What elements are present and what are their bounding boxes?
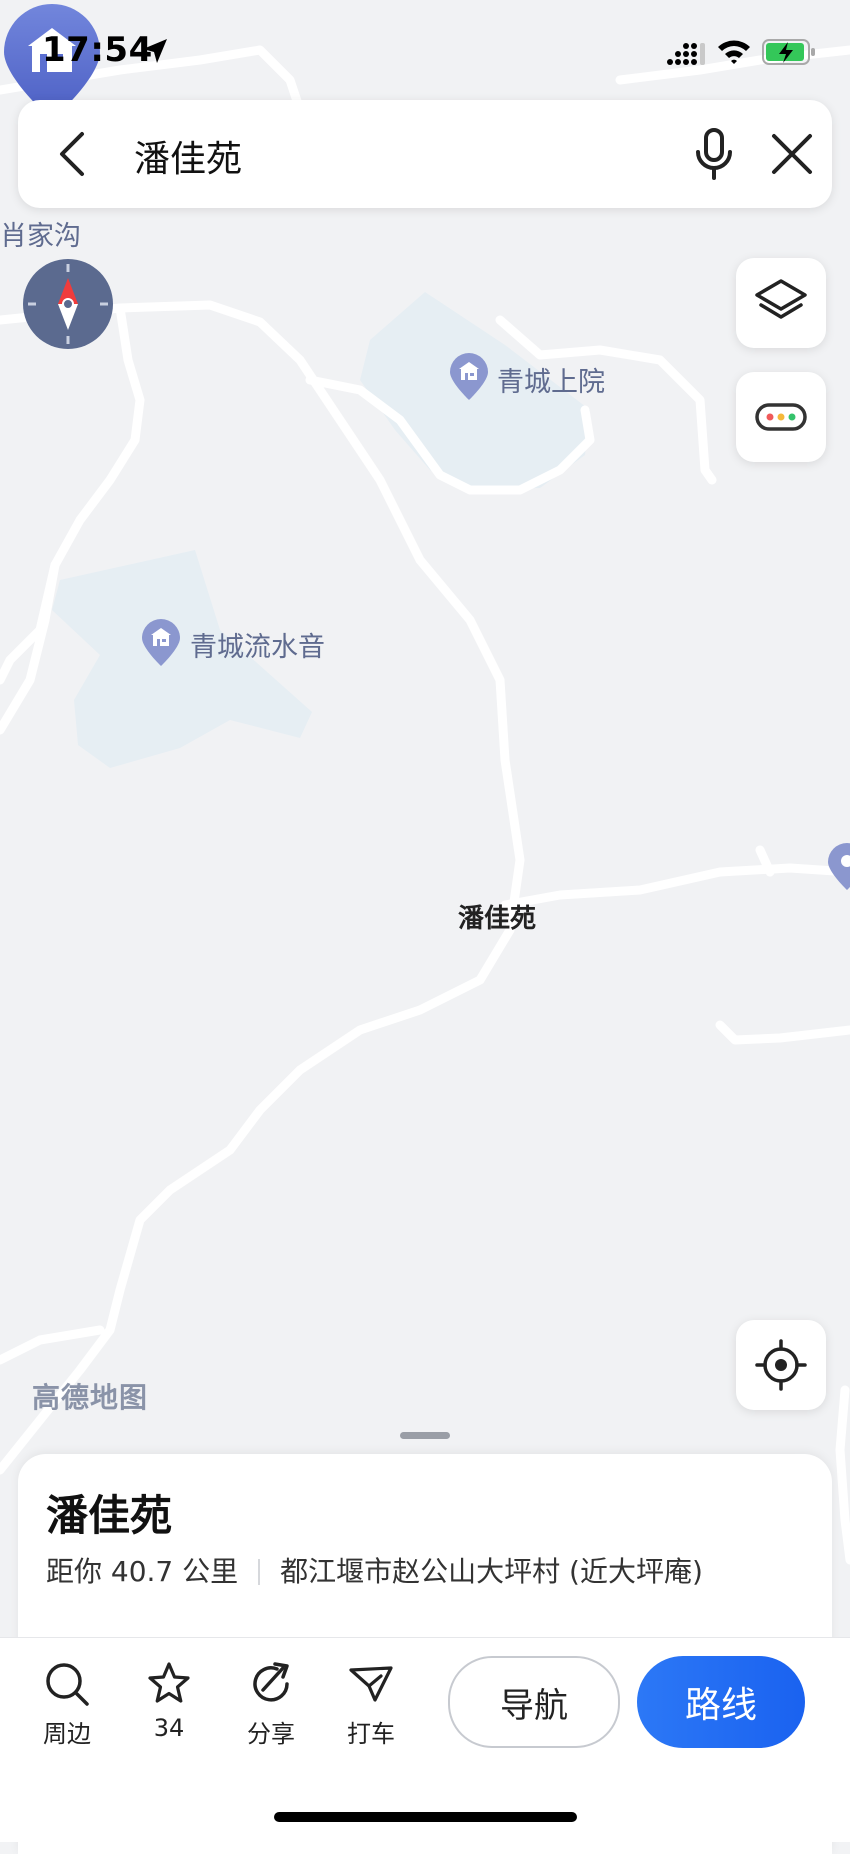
meta-divider	[258, 1559, 261, 1585]
taxi-icon	[349, 1666, 393, 1702]
microphone-icon[interactable]	[686, 126, 742, 182]
wifi-icon	[718, 40, 750, 64]
search-icon	[46, 1663, 89, 1706]
sheet-drag-handle[interactable]	[400, 1432, 450, 1439]
star-icon	[148, 1662, 190, 1703]
poi-building-icon[interactable]	[140, 618, 182, 668]
search-bar[interactable]: 潘佳苑	[18, 100, 832, 208]
taxi-button[interactable]: 打车	[326, 1660, 416, 1749]
compass-icon[interactable]	[22, 258, 114, 350]
place-address: 都江堰市赵公山大坪村 (近大坪庵)	[280, 1555, 703, 1588]
home-indicator[interactable]	[274, 1812, 577, 1822]
amap-logo: 高德地图	[32, 1381, 149, 1414]
poi-partial-icon[interactable]	[826, 842, 850, 892]
close-icon[interactable]	[766, 128, 818, 180]
route-button[interactable]: 路线	[637, 1656, 805, 1748]
cellular-signal-icon	[667, 43, 705, 65]
place-meta: 距你 40.7 公里 都江堰市赵公山大坪村 (近大坪庵)	[46, 1550, 703, 1590]
back-chevron-icon[interactable]	[48, 128, 100, 180]
poi-label-qingcheng-shangyuan[interactable]: 青城上院	[497, 360, 605, 399]
nearby-button[interactable]: 周边	[22, 1660, 112, 1749]
favorite-button[interactable]: 34	[124, 1660, 214, 1742]
search-query-text[interactable]: 潘佳苑	[134, 130, 242, 182]
selected-place-pin-label: 潘佳苑	[458, 904, 537, 934]
nearby-label: 周边	[43, 1720, 91, 1748]
poi-label-qingcheng-liushuiyin[interactable]: 青城流水音	[190, 625, 325, 664]
navigate-button[interactable]: 导航	[448, 1656, 620, 1748]
location-arrow-icon	[143, 39, 167, 63]
locate-me-button[interactable]	[736, 1320, 826, 1410]
place-title: 潘佳苑	[46, 1491, 173, 1540]
taxi-label: 打车	[347, 1720, 395, 1748]
status-time: 17:54	[42, 30, 153, 70]
place-distance: 距你 40.7 公里	[46, 1555, 239, 1588]
share-icon	[253, 1662, 289, 1702]
map-place-label: 肖家沟	[0, 221, 81, 252]
locate-crosshair-icon	[755, 1339, 807, 1391]
poi-building-icon[interactable]	[448, 352, 490, 402]
battery-charging-icon	[762, 39, 815, 65]
layers-icon	[755, 279, 807, 319]
traffic-toggle-button[interactable]	[736, 372, 826, 462]
map-layers-button[interactable]	[736, 258, 826, 348]
share-button[interactable]: 分享	[226, 1660, 316, 1749]
favorite-count: 34	[153, 1714, 185, 1742]
traffic-light-icon	[755, 403, 807, 431]
share-label: 分享	[247, 1720, 295, 1748]
